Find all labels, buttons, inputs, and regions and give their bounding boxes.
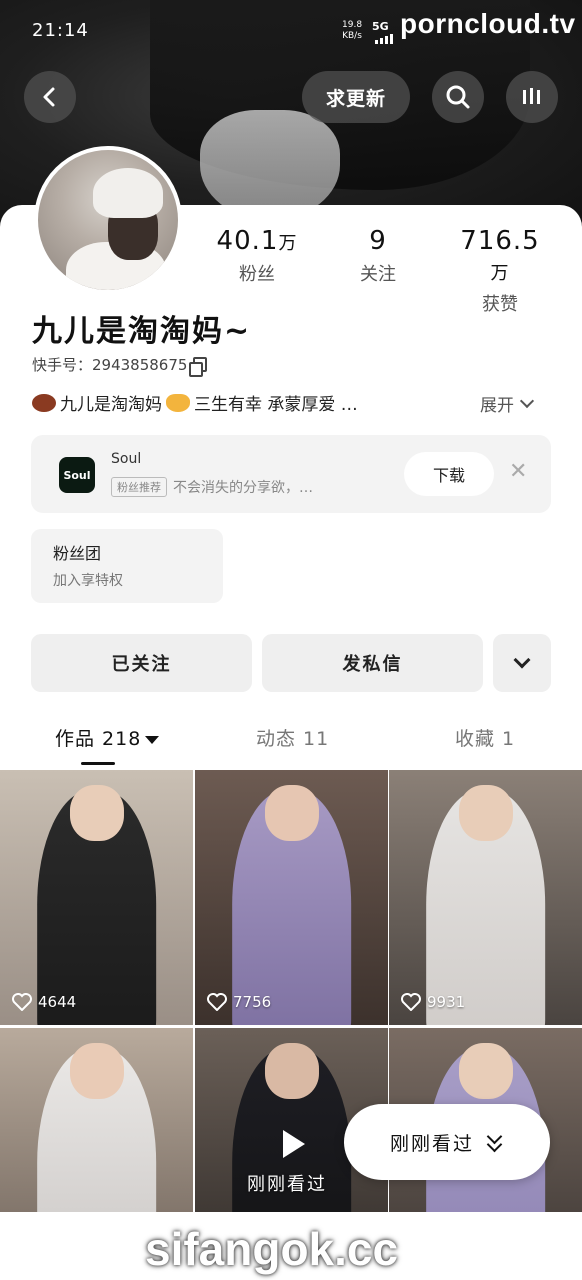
video-thumbnail[interactable]: 7756 [195, 770, 388, 1025]
request-update-button[interactable]: 求更新 [302, 71, 410, 123]
play-icon [283, 1130, 305, 1158]
fans-count: 40.1 [216, 226, 279, 256]
content-tabs: 作品 218 动态 11 收藏 1 [0, 716, 582, 766]
ad-desc-text: 不会消失的分享欲，… [173, 480, 313, 496]
fan-group-card[interactable]: 粉丝团 加入享特权 [31, 529, 223, 603]
likes-unit: 万 [490, 263, 510, 284]
fan-group-subtitle: 加入享特权 [53, 573, 123, 589]
bio: 九儿是淘淘妈 三生有幸 承蒙厚爱 … [32, 390, 358, 415]
like-count: 4644 [12, 993, 76, 1011]
following-count: 9 [369, 226, 387, 256]
heart-hands-icon [166, 393, 190, 412]
video-thumbnail[interactable]: 4644 [0, 770, 193, 1025]
stat-following[interactable]: 9 关注 [350, 226, 406, 286]
tab-favorites[interactable]: 收藏 1 [455, 724, 515, 751]
ad-card[interactable]: Soul Soul 粉丝推荐 不会消失的分享欲，… 下载 ✕ [31, 435, 551, 513]
status-time: 21:14 [32, 20, 89, 41]
send-message-button[interactable]: 发私信 [262, 634, 483, 692]
net-speed-value: 19.8 [342, 20, 363, 30]
cover-face-shape [200, 110, 340, 220]
heart-icon [12, 993, 32, 1011]
search-button[interactable] [432, 71, 484, 123]
signal-icon [375, 34, 393, 44]
play-button[interactable] [267, 1120, 315, 1168]
ad-description: 粉丝推荐 不会消失的分享欲，… [111, 477, 313, 497]
heart-icon [401, 993, 421, 1011]
tab-moments[interactable]: 动态 11 [256, 724, 329, 751]
video-thumbnail[interactable]: 9931 [389, 770, 582, 1025]
coffee-bean-icon [32, 393, 56, 412]
caret-down-icon [145, 735, 160, 744]
watermark-top: porncloud.tv [400, 8, 576, 39]
back-button[interactable] [24, 71, 76, 123]
following-label: 关注 [360, 264, 396, 285]
soul-logo: Soul [59, 457, 95, 493]
stat-likes[interactable]: 716.5 万 获赞 [452, 226, 548, 316]
status-net-speed: 19.8 KB/s [342, 20, 362, 42]
expand-bio-button[interactable]: 展开 [480, 391, 535, 416]
network-type: 5G [372, 20, 389, 33]
likes-label: 获赞 [482, 294, 518, 315]
just-watched-button[interactable]: 刚刚看过 [344, 1104, 550, 1180]
tab-works-label: 作品 218 [55, 728, 142, 750]
more-button[interactable] [506, 71, 558, 123]
likes-count: 716.5 [460, 226, 540, 256]
ad-tag: 粉丝推荐 [111, 477, 167, 497]
ad-title: Soul [111, 451, 142, 467]
watermark-bottom: sifangok.cc [145, 1223, 399, 1275]
avatar[interactable] [34, 146, 182, 294]
like-count-value: 4644 [38, 993, 77, 1011]
copy-icon[interactable] [189, 357, 208, 377]
just-watched-overlay: 刚刚看过 [247, 1174, 327, 1195]
close-icon[interactable]: ✕ [509, 459, 527, 484]
fans-label: 粉丝 [239, 264, 275, 285]
just-watched-button-label: 刚刚看过 [389, 1132, 474, 1155]
kuaishou-id: 快手号：2943858675 [32, 354, 208, 377]
chevron-down-icon [513, 651, 531, 669]
more-actions-button[interactable] [493, 634, 551, 692]
like-count: 9931 [401, 993, 465, 1011]
bio-text-2: 三生有幸 承蒙厚爱 … [194, 395, 358, 415]
double-chevron-down-icon [486, 1128, 504, 1153]
tab-works[interactable]: 作品 218 [55, 724, 160, 751]
net-speed-unit: KB/s [342, 31, 362, 41]
fans-unit: 万 [278, 233, 298, 254]
back-arrow-icon [43, 87, 55, 107]
search-icon [446, 85, 470, 109]
more-icon [523, 88, 540, 104]
like-count-value: 7756 [233, 993, 272, 1011]
like-count: 7756 [207, 993, 271, 1011]
profile-name: 九儿是淘淘妈~ [32, 314, 252, 349]
chevron-down-icon [519, 393, 535, 409]
like-count-value: 9931 [427, 993, 466, 1011]
stat-fans[interactable]: 40.1万 粉丝 [212, 226, 302, 286]
kuaishou-id-text: 快手号：2943858675 [32, 356, 188, 374]
heart-icon [207, 993, 227, 1011]
following-button[interactable]: 已关注 [31, 634, 252, 692]
download-button[interactable]: 下载 [404, 452, 494, 496]
fan-group-title: 粉丝团 [53, 544, 102, 563]
active-tab-indicator [81, 762, 115, 765]
bio-text-1: 九儿是淘淘妈 [60, 395, 162, 415]
expand-label: 展开 [480, 396, 514, 416]
